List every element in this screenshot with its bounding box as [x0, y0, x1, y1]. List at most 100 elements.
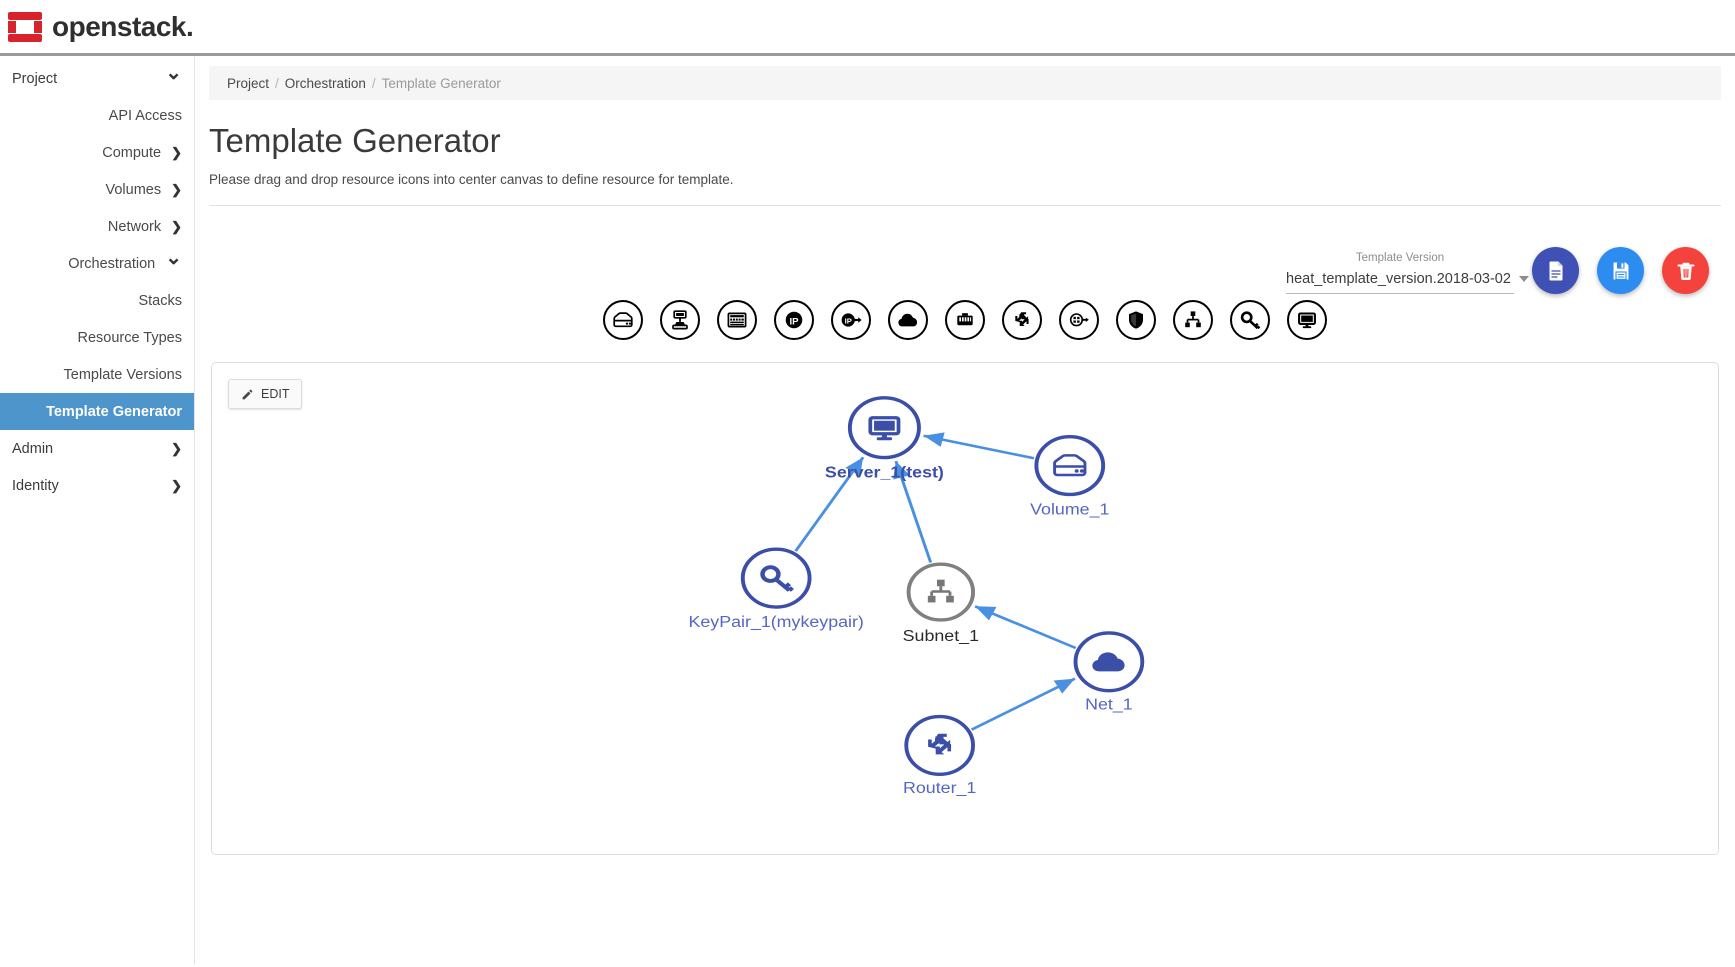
template-version-value: heat_template_version.2018-03-02 — [1286, 271, 1511, 287]
sidebar-item-identity[interactable]: Identity — [0, 467, 194, 504]
template-canvas-panel[interactable]: EDIT Server_1(test) Volume_1 KeyPair_1(myk… — [211, 362, 1719, 855]
breadcrumb-separator: / — [371, 75, 376, 91]
palette-subnet-icon[interactable] — [1173, 300, 1213, 340]
subnet-icon — [1185, 311, 1201, 328]
graph-node-subnet[interactable]: Subnet_1 — [903, 562, 979, 645]
node-circle — [904, 714, 976, 777]
view-template-button[interactable] — [1532, 247, 1579, 294]
breadcrumb-item: Template Generator — [381, 75, 501, 91]
sidebar-item-stacks[interactable]: Stacks — [0, 282, 194, 319]
chevron-right-icon — [171, 219, 182, 235]
graph-node-volume[interactable]: Volume_1 — [1030, 435, 1109, 519]
chevron-right-icon — [171, 441, 182, 457]
palette-floating-ip-icon[interactable]: IP — [831, 300, 871, 340]
edge-volume-server[interactable] — [923, 432, 1035, 460]
sidebar-item-volumes[interactable]: Volumes — [0, 171, 194, 208]
template-toolbar: Template Version heat_template_version.2… — [209, 206, 1721, 294]
template-version-field: Template Version heat_template_version.2… — [1286, 252, 1529, 294]
graph-node-router[interactable]: Router_1 — [903, 714, 976, 797]
template-version-select[interactable]: heat_template_version.2018-03-02 — [1286, 271, 1529, 294]
breadcrumb-item[interactable]: Project — [227, 76, 269, 91]
palette-volume-icon[interactable] — [603, 300, 643, 340]
sidebar-nav: Project API Access Compute Volumes Network Or… — [0, 56, 195, 964]
edge-router-net[interactable] — [970, 677, 1076, 731]
palette-ip-icon[interactable]: IP — [774, 300, 814, 340]
delete-template-button[interactable] — [1662, 247, 1709, 294]
edge-arrowhead — [923, 432, 945, 447]
brand-logo[interactable]: openstack. — [8, 10, 194, 43]
instance-icon — [1298, 312, 1316, 329]
sidebar-item-compute[interactable]: Compute — [0, 134, 194, 171]
resource-icon-palette: IP IP — [209, 294, 1721, 362]
edit-button-label: EDIT — [261, 387, 290, 401]
edge-arrowhead — [1053, 678, 1075, 694]
edge-net-subnet[interactable] — [974, 605, 1077, 650]
sidebar-item-label: Resource Types — [77, 329, 182, 346]
image-icon — [727, 312, 747, 328]
ip-icon: IP — [785, 311, 803, 329]
breadcrumb-item[interactable]: Orchestration — [285, 76, 366, 91]
page-title: Template Generator — [209, 122, 501, 159]
node-label: Server_1(test) — [825, 464, 944, 482]
sidebar-item-template-versions[interactable]: Template Versions — [0, 356, 194, 393]
sidebar-item-label: Project — [12, 70, 58, 87]
palette-port-icon[interactable] — [945, 300, 985, 340]
main-content: Project / Orchestration / Template Generator… — [195, 56, 1735, 964]
app-shell: Project API Access Compute Volumes Network Or… — [0, 56, 1735, 964]
chevron-down-icon — [165, 256, 182, 271]
brand-name: openstack. — [52, 10, 194, 43]
svg-text:IP: IP — [845, 316, 852, 325]
keypair-icon — [1240, 311, 1261, 330]
volume-icon — [613, 312, 633, 328]
document-icon — [1548, 260, 1563, 281]
save-template-button[interactable] — [1597, 247, 1644, 294]
chevron-right-icon — [171, 182, 182, 198]
sidebar-item-label: Identity — [12, 477, 59, 494]
chevron-right-icon — [171, 145, 182, 161]
brand-name-text: openstack — [52, 10, 187, 42]
pencil-icon — [242, 389, 253, 399]
sidebar-item-label: Admin — [12, 440, 54, 457]
top-bar: openstack. — [0, 0, 1735, 56]
sidebar-item-label: API Access — [108, 107, 182, 124]
caret-down-icon — [1518, 276, 1529, 282]
sidebar-item-admin[interactable]: Admin — [0, 430, 194, 467]
palette-network-cloud-icon[interactable] — [888, 300, 928, 340]
chevron-down-icon — [165, 71, 182, 86]
router-icon — [1015, 312, 1029, 326]
node-label: Net_1 — [1085, 696, 1133, 714]
node-label: Router_1 — [903, 779, 976, 797]
palette-instance-icon[interactable] — [1287, 300, 1327, 340]
sidebar-item-network[interactable]: Network — [0, 208, 194, 245]
node-label: KeyPair_1(mykeypair) — [688, 613, 863, 631]
graph-node-server[interactable]: Server_1(test) — [825, 396, 944, 482]
palette-image-icon[interactable] — [717, 300, 757, 340]
trash-icon — [1677, 262, 1694, 280]
sidebar-item-label: Template Generator — [46, 403, 182, 420]
palette-router-interface-icon[interactable] — [1059, 300, 1099, 340]
openstack-logo-icon — [8, 11, 42, 42]
chevron-right-icon — [171, 478, 182, 494]
edit-button[interactable]: EDIT — [228, 379, 303, 409]
graph-node-net[interactable]: Net_1 — [1073, 631, 1145, 714]
node-label: Volume_1 — [1030, 501, 1109, 519]
sidebar-item-label: Volumes — [105, 181, 162, 198]
resource-graph[interactable]: Server_1(test) Volume_1 KeyPair_1(mykeypai… — [212, 363, 1718, 854]
security-group-icon — [1129, 311, 1143, 329]
palette-server-rack-icon[interactable] — [660, 300, 700, 340]
palette-keypair-icon[interactable] — [1230, 300, 1270, 340]
sidebar-item-template-generator[interactable]: Template Generator — [0, 393, 194, 430]
palette-router-icon[interactable] — [1002, 300, 1042, 340]
sidebar-item-api-access[interactable]: API Access — [0, 97, 194, 134]
sidebar-item-orchestration[interactable]: Orchestration — [0, 245, 194, 282]
router-interface-icon — [1069, 313, 1089, 327]
sidebar-item-resource-types[interactable]: Resource Types — [0, 319, 194, 356]
breadcrumb: Project / Orchestration / Template Generator — [209, 66, 1721, 100]
graph-node-keypair[interactable]: KeyPair_1(mykeypair) — [688, 547, 864, 631]
template-version-label: Template Version — [1355, 252, 1445, 264]
server-rack-icon — [672, 310, 688, 330]
sidebar-item-project[interactable]: Project — [0, 60, 194, 97]
port-icon — [957, 313, 973, 326]
floppy-save-icon — [1611, 260, 1630, 281]
palette-security-group-icon[interactable] — [1116, 300, 1156, 340]
